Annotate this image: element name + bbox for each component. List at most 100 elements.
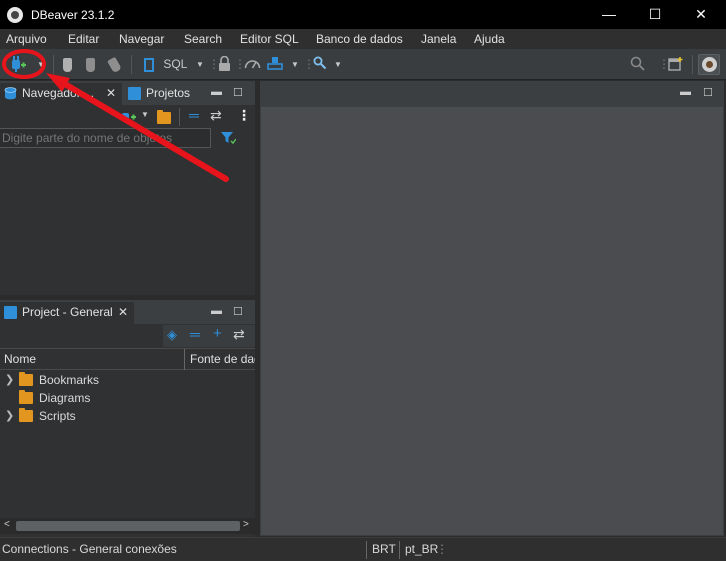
minimize-view-icon[interactable]: ▬: [211, 305, 222, 317]
open-perspective-button[interactable]: [668, 56, 683, 73]
sql-label: SQL: [163, 57, 188, 71]
close-icon[interactable]: ✕: [106, 83, 116, 103]
new-folder-icon[interactable]: [157, 110, 171, 124]
disconnect-button[interactable]: [86, 56, 95, 73]
menu-navegar[interactable]: Navegar: [119, 32, 164, 46]
chevron-right-icon[interactable]: ❯: [5, 407, 14, 425]
search-tool-button[interactable]: [313, 56, 327, 73]
status-timezone: BRT: [372, 542, 396, 556]
global-search-button[interactable]: [630, 56, 645, 73]
tree-item-diagrams[interactable]: Diagrams: [0, 389, 255, 407]
open-perspective-icon: [668, 57, 683, 71]
sql-editor-button[interactable]: SQL: [144, 56, 194, 73]
tab-project-general[interactable]: Project - General ✕: [0, 302, 134, 324]
tree-item-bookmarks[interactable]: ❯ Bookmarks: [0, 371, 255, 389]
tree-item-label: Bookmarks: [39, 373, 100, 387]
maximize-view-icon[interactable]: ☐: [233, 86, 243, 99]
configure-columns-icon[interactable]: ◈: [167, 327, 177, 343]
database-navigator-pane: Navegador ... ✕ Projetos ▬ ☐ ▼ ═ ⇄ ⋮: [0, 81, 255, 295]
menu-editor-sql[interactable]: Editor SQL: [240, 32, 299, 46]
link-with-editor-icon[interactable]: ⇄: [233, 326, 245, 343]
tab-navigator-label: Navegador ...: [22, 86, 95, 100]
scroll-right-icon[interactable]: >: [243, 519, 249, 530]
search-tool-dropdown-icon[interactable]: ▼: [334, 56, 342, 73]
status-separator: [366, 541, 367, 559]
new-connection-small-dropdown-icon[interactable]: ▼: [141, 110, 149, 119]
magnifier-blue-icon: [313, 56, 327, 70]
chevron-right-icon[interactable]: ❯: [5, 371, 14, 389]
tree-item-label: Diagrams: [39, 391, 91, 405]
horizontal-scrollbar[interactable]: < >: [0, 518, 255, 534]
title-bar: DBeaver 23.1.2 — ☐ ✕: [0, 0, 726, 29]
sql-dropdown-icon[interactable]: ▼: [196, 56, 204, 73]
project-icon: [128, 87, 141, 100]
status-grip-icon: ⋮: [436, 542, 448, 556]
new-connection-small-icon[interactable]: [120, 109, 136, 124]
database-icon: [4, 87, 17, 100]
lock-icon: [219, 55, 230, 71]
minimize-button[interactable]: —: [586, 0, 632, 29]
minimize-view-icon[interactable]: ▬: [211, 86, 222, 98]
tree-item-label: Scripts: [39, 409, 76, 423]
menu-ajuda[interactable]: Ajuda: [474, 32, 505, 46]
dashboard-button[interactable]: [244, 56, 261, 73]
new-connection-dropdown-icon[interactable]: ▼: [37, 56, 45, 73]
tab-projects[interactable]: Projetos: [124, 83, 202, 105]
maximize-button[interactable]: ☐: [632, 0, 678, 29]
navigator-toolbar: ▼ ═ ⇄ ⋮: [0, 106, 255, 128]
toolbar-separator: [692, 55, 693, 74]
navigator-filter-box: [0, 128, 211, 148]
expand-all-icon[interactable]: +: [213, 325, 222, 342]
project-general-pane: Project - General ✕ ▬ ☐ ◈ ═ + ⇄ Nome Fon…: [0, 300, 255, 537]
plug-icon: [63, 58, 72, 72]
connect-button[interactable]: [63, 56, 72, 73]
scrollbar-thumb[interactable]: [16, 521, 240, 531]
search-icon: [630, 56, 645, 71]
transaction-icon: [267, 57, 283, 70]
column-divider[interactable]: [184, 349, 185, 370]
navigator-tab-strip: Navegador ... ✕ Projetos ▬ ☐: [0, 81, 255, 105]
filter-icon[interactable]: [220, 131, 236, 145]
transaction-dropdown-icon[interactable]: ▼: [291, 56, 299, 73]
view-menu-icon[interactable]: ⋮: [237, 107, 251, 124]
menu-banco-de-dados[interactable]: Banco de dados: [316, 32, 403, 46]
close-icon[interactable]: ✕: [118, 302, 128, 322]
dbeaver-logo-icon: [7, 6, 23, 23]
maximize-view-icon[interactable]: ☐: [233, 305, 243, 318]
project-toolbar: ◈ ═ + ⇄: [163, 325, 255, 347]
status-message: Connections - General conexões: [2, 542, 177, 556]
tab-projects-label: Projetos: [146, 86, 191, 100]
link-with-editor-icon[interactable]: ⇄: [210, 107, 222, 124]
invalidate-reconnect-button[interactable]: [107, 56, 122, 74]
tree-item-scripts[interactable]: ❯ Scripts: [0, 407, 255, 425]
toolbar-separator: [53, 55, 54, 74]
toolbar-separator: [179, 108, 180, 126]
new-connection-button[interactable]: [9, 56, 27, 73]
gauge-icon: [244, 60, 261, 69]
editor-empty-area[interactable]: [261, 107, 723, 535]
close-button[interactable]: ✕: [678, 0, 724, 29]
menu-arquivo[interactable]: Arquivo: [6, 32, 47, 46]
minimize-view-icon[interactable]: ▬: [680, 86, 691, 98]
project-icon: [4, 306, 17, 319]
menu-search[interactable]: Search: [184, 32, 222, 46]
dbeaver-beaver-icon: [701, 57, 717, 72]
plug-add-icon: [12, 56, 26, 72]
diagram-folder-icon: [19, 390, 33, 404]
scroll-left-icon[interactable]: <: [4, 519, 10, 530]
transaction-mode-button[interactable]: [267, 56, 283, 73]
column-header-name[interactable]: Nome: [4, 352, 36, 366]
collapse-all-icon[interactable]: ═: [189, 107, 199, 123]
lock-button[interactable]: [218, 55, 231, 73]
navigator-filter-input[interactable]: [0, 129, 210, 147]
collapse-all-icon[interactable]: ═: [190, 326, 200, 342]
plug-disconnect-icon: [86, 58, 95, 72]
menu-editar[interactable]: Editar: [68, 32, 99, 46]
maximize-view-icon[interactable]: ☐: [703, 86, 713, 99]
tab-database-navigator[interactable]: Navegador ... ✕: [0, 83, 122, 105]
column-header-datasource[interactable]: Fonte de dad: [190, 352, 255, 366]
menu-janela[interactable]: Janela: [421, 32, 456, 46]
dbeaver-perspective-button[interactable]: [698, 54, 720, 75]
status-bar: Connections - General conexões BRT pt_BR…: [0, 537, 726, 561]
status-locale: pt_BR: [405, 542, 439, 556]
